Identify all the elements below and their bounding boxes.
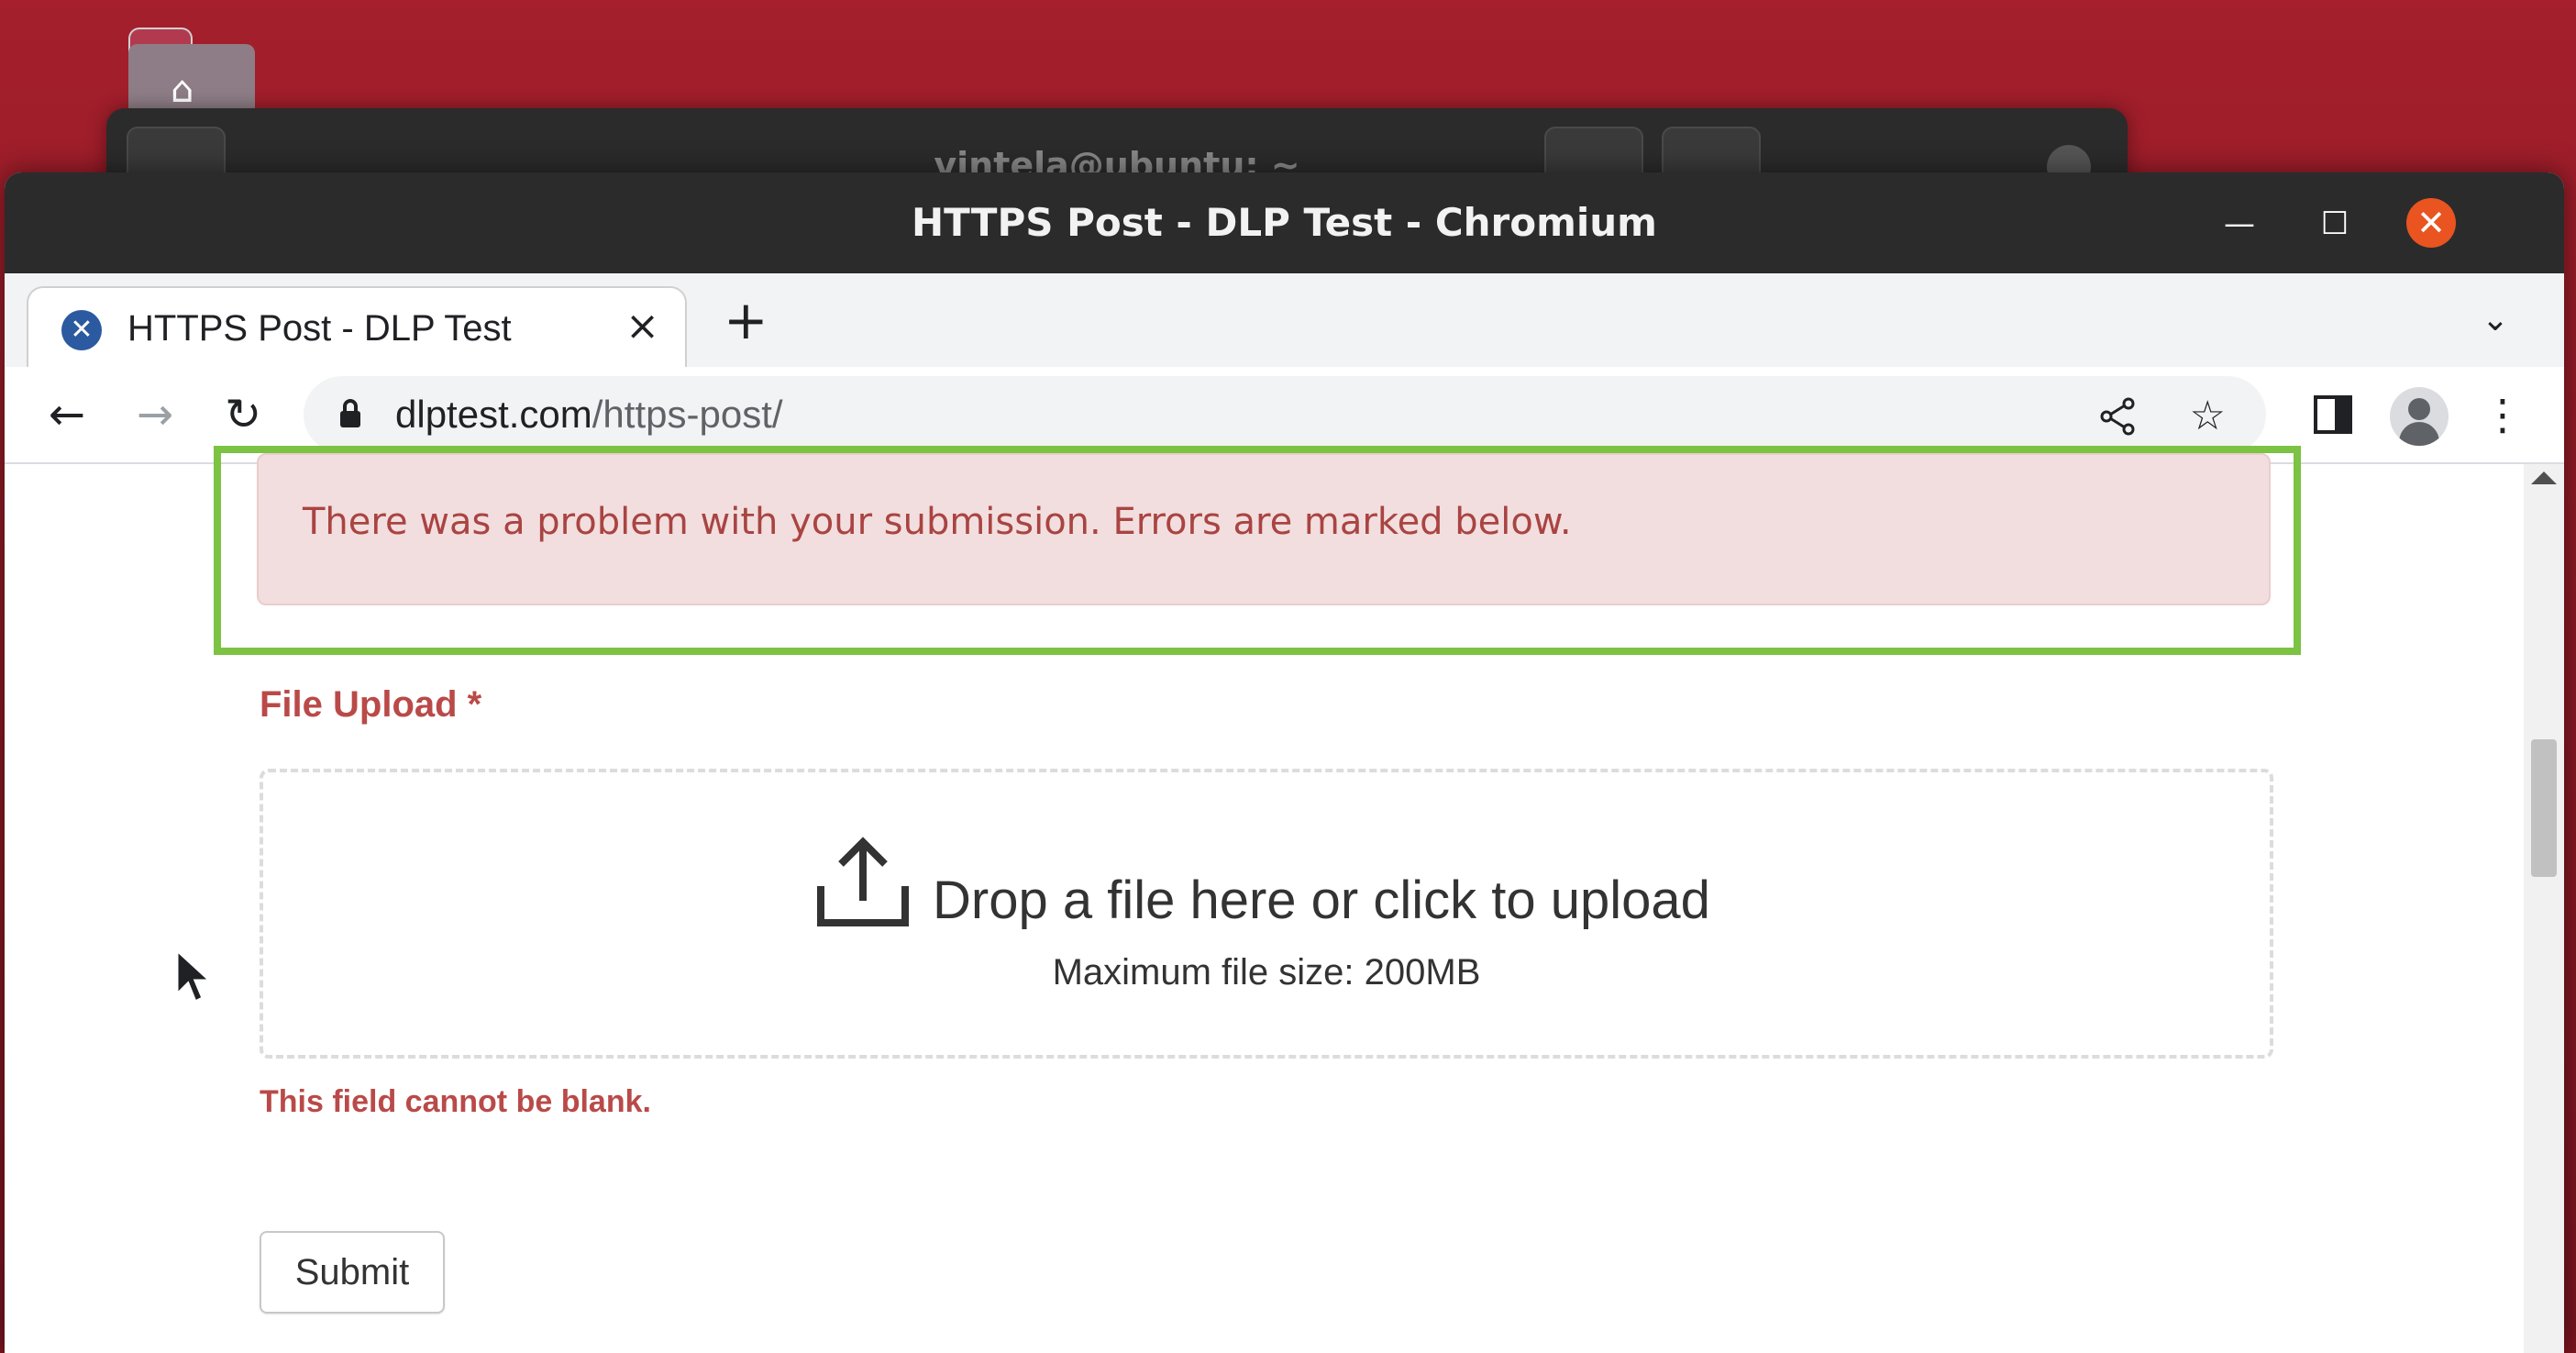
max-file-size: Maximum file size: 200MB — [1052, 952, 1481, 993]
forward-arrow-icon[interactable]: → — [126, 385, 184, 444]
minimize-icon[interactable]: — — [2214, 198, 2265, 250]
maximize-icon[interactable]: ☐ — [2309, 198, 2360, 250]
tab-strip: ✕ HTTPS Post - DLP Test × + ⌄ — [5, 273, 2564, 369]
reload-icon[interactable]: ↻ — [214, 385, 272, 444]
new-tab-icon[interactable]: + — [724, 294, 768, 347]
tab-close-icon[interactable]: × — [625, 303, 659, 349]
dropzone-text: Drop a file here or click to upload — [933, 871, 1710, 930]
url-text[interactable]: dlptest.com/https-post/ — [395, 393, 783, 437]
bookmark-star-icon[interactable]: ☆ — [2190, 393, 2226, 439]
tab-search-chevron-icon[interactable]: ⌄ — [2482, 301, 2509, 338]
tab-https-post[interactable]: ✕ HTTPS Post - DLP Test × — [27, 286, 687, 369]
title-bar[interactable]: HTTPS Post - DLP Test - Chromium — ☐ ✕ — [5, 172, 2564, 273]
close-icon[interactable]: ✕ — [2406, 198, 2456, 248]
browser-window: HTTPS Post - DLP Test - Chromium — ☐ ✕ ✕… — [5, 172, 2564, 1353]
file-dropzone[interactable]: Drop a file here or click to upload Maxi… — [260, 769, 2273, 1059]
lock-icon — [340, 399, 360, 427]
tab-title: HTTPS Post - DLP Test — [127, 308, 512, 349]
url-domain: dlptest.com — [395, 393, 592, 436]
mouse-pointer-icon — [175, 948, 212, 1004]
profile-avatar-icon[interactable] — [2390, 387, 2449, 446]
share-icon[interactable] — [2097, 396, 2138, 437]
window-title: HTTPS Post - DLP Test - Chromium — [912, 200, 1657, 245]
more-menu-icon[interactable]: ⋮ — [2482, 385, 2524, 444]
address-bar[interactable]: dlptest.com/https-post/ ☆ — [304, 376, 2266, 453]
vertical-scrollbar[interactable] — [2524, 464, 2564, 1353]
file-upload-label: File Upload * — [260, 684, 482, 725]
highlight-box — [214, 446, 2301, 655]
home-icon: ⌂ — [171, 69, 194, 111]
page-content: There was a problem with your submission… — [5, 446, 2564, 1353]
dlptest-favicon-icon: ✕ — [61, 310, 102, 350]
back-arrow-icon[interactable]: ← — [38, 385, 96, 444]
scroll-up-arrow-icon[interactable] — [2531, 471, 2557, 484]
scrollbar-thumb[interactable] — [2531, 739, 2557, 877]
side-panel-icon[interactable] — [2313, 394, 2353, 435]
url-path: /https-post/ — [591, 393, 783, 436]
submit-button[interactable]: Submit — [260, 1231, 445, 1314]
field-error-message: This field cannot be blank. — [260, 1084, 651, 1119]
upload-icon — [817, 837, 909, 926]
